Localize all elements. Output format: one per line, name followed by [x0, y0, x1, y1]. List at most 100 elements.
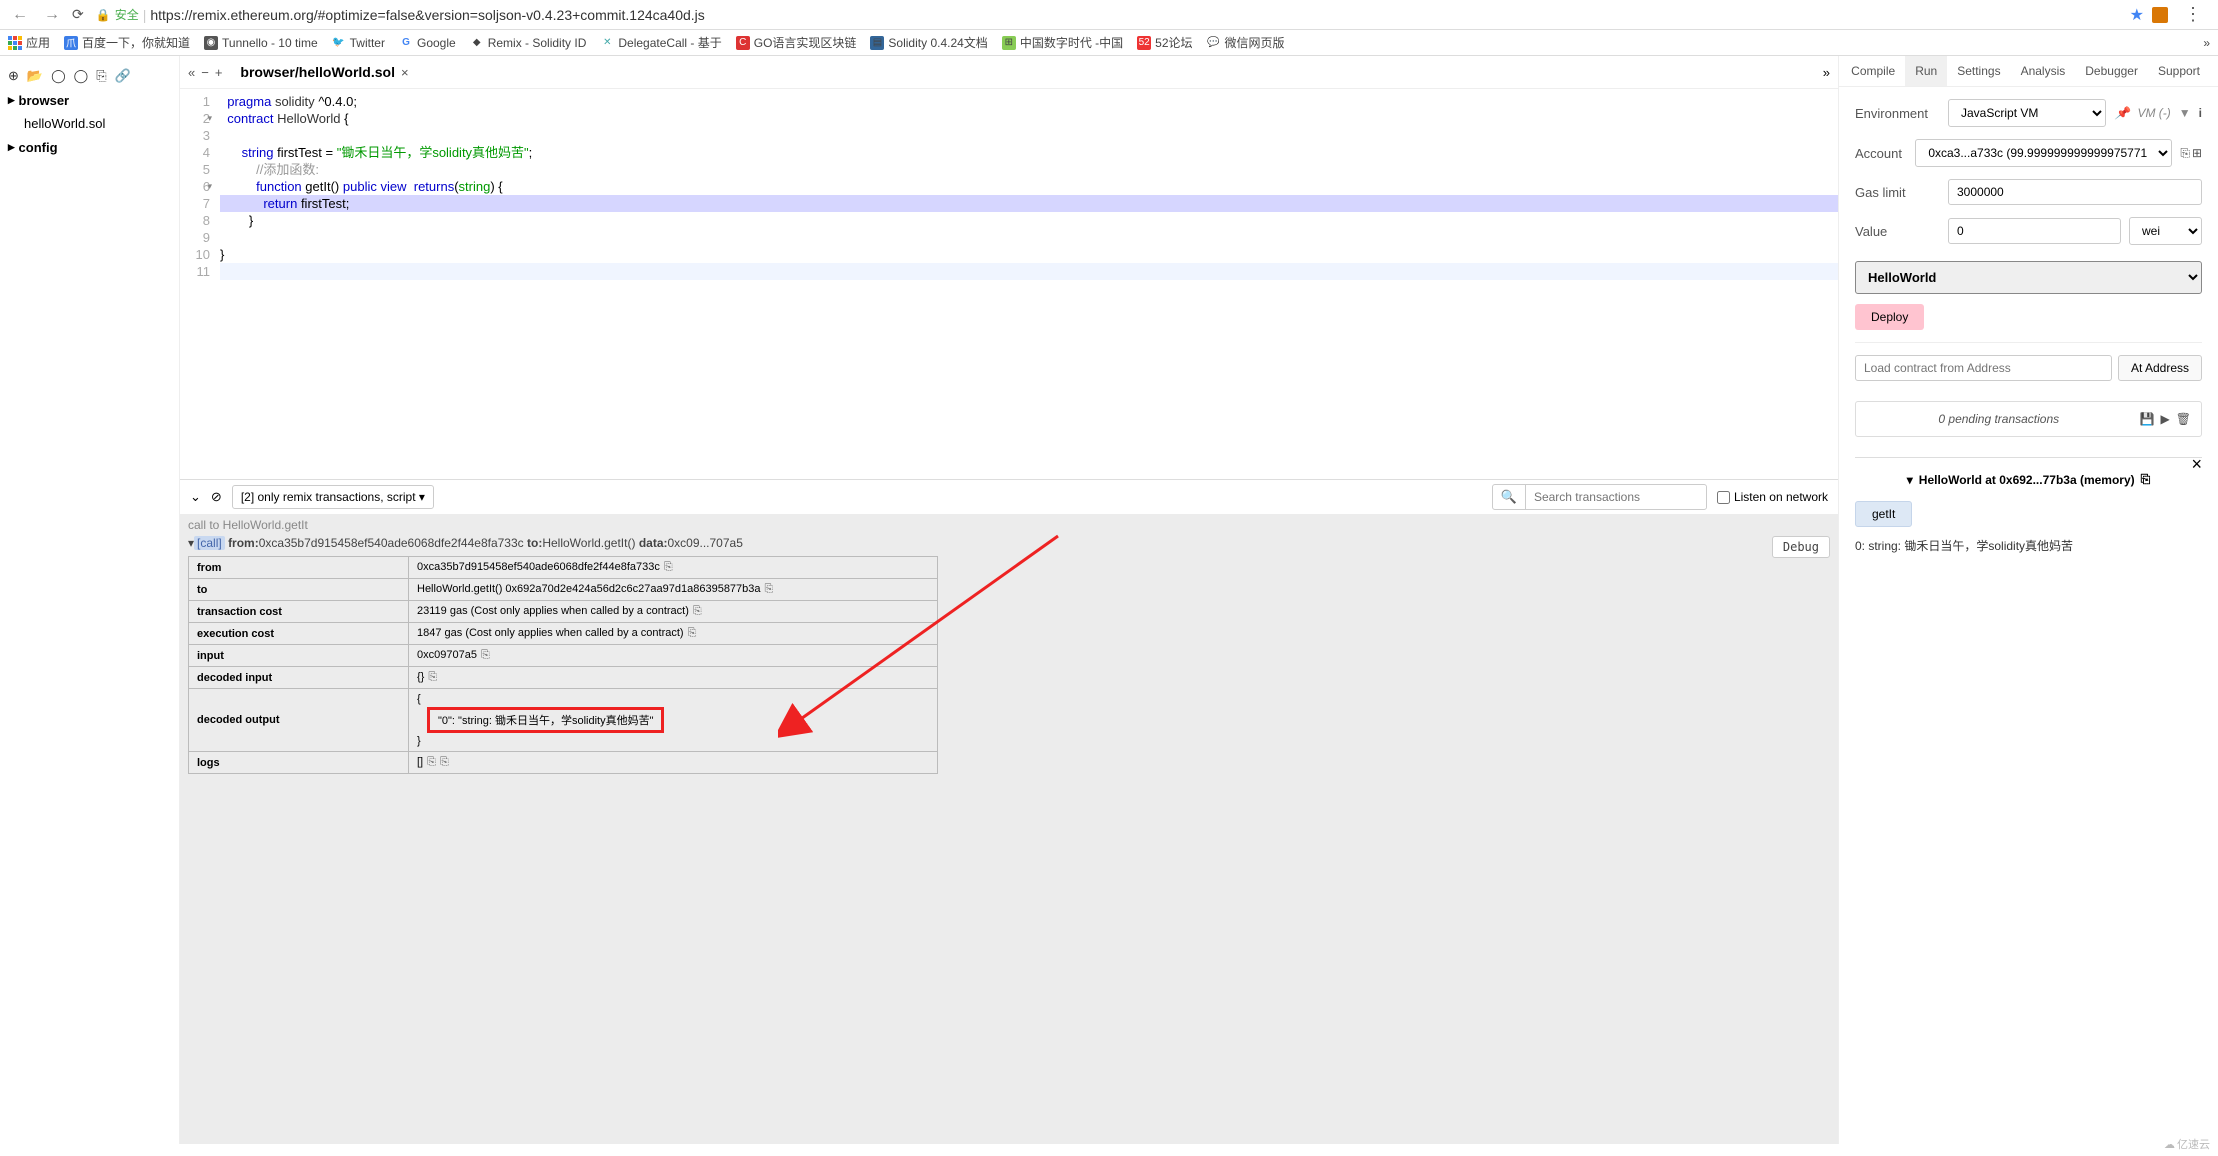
- environment-label: Environment: [1855, 106, 1940, 121]
- bookmark-star-icon[interactable]: ★: [2130, 5, 2144, 25]
- bookmark-item[interactable]: 5252论坛: [1137, 34, 1192, 51]
- chevron-down-icon[interactable]: ▾: [1907, 473, 1913, 487]
- bookmark-item[interactable]: ⊞中国数字时代 -中国: [1002, 34, 1123, 51]
- new-file-icon[interactable]: ⊕: [8, 68, 19, 84]
- url-bar[interactable]: 🔒 安全 | https://remix.ethereum.org/#optim…: [92, 4, 2122, 25]
- info-icon[interactable]: i: [2199, 106, 2202, 120]
- bookmark-item[interactable]: 爪百度一下，你就知道: [64, 34, 190, 51]
- terminal-toggle-icon[interactable]: ⌄: [190, 489, 201, 505]
- value-input[interactable]: [1948, 218, 2121, 244]
- file-tab-label: browser/helloWorld.sol: [240, 64, 395, 80]
- tree-folder-browser[interactable]: ▸ browser: [0, 88, 179, 112]
- bookmark-item[interactable]: 🐦Twitter: [332, 36, 385, 50]
- copy-icon[interactable]: ⎘: [96, 68, 106, 84]
- terminal-output: call to HelloWorld.getIt ▾[call] from:0x…: [180, 514, 1838, 1144]
- tabs-prev-icon[interactable]: «: [188, 65, 195, 80]
- instance-header[interactable]: ▾ HelloWorld at 0x692...77b3a (memory) ⎘: [1855, 468, 2202, 491]
- bookmark-item[interactable]: GGoogle: [399, 36, 456, 50]
- pending-transactions: 0 pending transactions 💾 ▶ 🗑: [1855, 401, 2202, 437]
- account-label: Account: [1855, 146, 1907, 161]
- github-icon[interactable]: ◯: [74, 68, 89, 84]
- search-input[interactable]: [1526, 486, 1706, 508]
- load-address-input[interactable]: [1855, 355, 2112, 381]
- forward-button[interactable]: →: [40, 6, 64, 24]
- tab-run[interactable]: Run: [1905, 56, 1947, 86]
- back-button[interactable]: ←: [8, 6, 32, 24]
- copy-icon[interactable]: ⎘: [2180, 146, 2190, 161]
- value-unit-select[interactable]: wei: [2129, 217, 2202, 245]
- tabs-plus-icon[interactable]: +: [215, 65, 223, 80]
- code-editor[interactable]: 1 2▾ 3 4 5 6▾ 7 8 9 10 11 pragma solidit…: [180, 89, 1838, 479]
- copy-icon[interactable]: ⎘: [440, 756, 449, 768]
- tab-debugger[interactable]: Debugger: [2075, 56, 2148, 86]
- copy-icon[interactable]: ⎘: [427, 756, 436, 768]
- copy-icon[interactable]: ⎘: [428, 671, 437, 683]
- account-select[interactable]: 0xca3...a733c (99.999999999999975771: [1915, 139, 2172, 167]
- panel-tabs: Compile Run Settings Analysis Debugger S…: [1839, 56, 2218, 87]
- copy-icon[interactable]: ⎘: [2141, 472, 2151, 487]
- chrome-menu-icon[interactable]: ⋮: [2176, 4, 2210, 25]
- reload-button[interactable]: ⟳: [72, 6, 84, 23]
- tab-support[interactable]: Support: [2148, 56, 2210, 86]
- contract-select[interactable]: HelloWorld: [1855, 261, 2202, 294]
- tree-file-helloworld[interactable]: helloWorld.sol: [0, 112, 179, 135]
- tree-folder-config[interactable]: ▸ config: [0, 135, 179, 159]
- bookmark-item[interactable]: CGO语言实现区块链: [736, 34, 857, 51]
- tab-analysis[interactable]: Analysis: [2011, 56, 2076, 86]
- github-icon[interactable]: ◯: [51, 68, 66, 84]
- search-icon[interactable]: 🔍: [1493, 485, 1526, 509]
- extension-icon[interactable]: [2152, 7, 2168, 23]
- decoded-output-value: "0": "string: 锄禾日当午，学solidity真他妈苦": [427, 707, 664, 733]
- bookmarks-overflow-icon[interactable]: »: [2203, 36, 2210, 50]
- transaction-details-table: from0xca35b7d915458ef540ade6068dfe2f44e8…: [188, 556, 938, 774]
- gutter: 1 2▾ 3 4 5 6▾ 7 8 9 10 11: [180, 89, 220, 479]
- close-instance-icon[interactable]: ×: [2191, 454, 2202, 475]
- terminal-line: call to HelloWorld.getIt: [188, 516, 1830, 534]
- gas-limit-label: Gas limit: [1855, 185, 1940, 200]
- bookmark-item[interactable]: ◆Remix - Solidity ID: [470, 36, 587, 50]
- vm-mode-pin-icon[interactable]: 📌: [2114, 106, 2129, 120]
- environment-select[interactable]: JavaScript VM: [1948, 99, 2106, 127]
- getit-button[interactable]: getIt: [1855, 501, 1912, 527]
- tab-compile[interactable]: Compile: [1841, 56, 1905, 86]
- copy-icon[interactable]: ⎘: [481, 649, 490, 661]
- open-folder-icon[interactable]: 📂: [27, 68, 43, 84]
- listen-network[interactable]: Listen on network: [1717, 490, 1828, 504]
- trash-icon[interactable]: 🗑: [2176, 412, 2191, 426]
- secure-label: 安全: [115, 6, 139, 23]
- value-label: Value: [1855, 224, 1940, 239]
- add-icon[interactable]: ⊞: [2192, 146, 2202, 161]
- deploy-button[interactable]: Deploy: [1855, 304, 1924, 330]
- link-icon[interactable]: 🔗: [115, 68, 131, 84]
- file-explorer: ⊕ 📂 ◯ ◯ ⎘ 🔗 ▸ browser helloWorld.sol ▸ c…: [0, 56, 180, 1144]
- terminal-filter-select[interactable]: [2] only remix transactions, script ▾: [232, 485, 434, 509]
- file-tab[interactable]: browser/helloWorld.sol ×: [230, 60, 418, 84]
- tabs-minus-icon[interactable]: −: [201, 65, 209, 80]
- debug-button[interactable]: Debug: [1772, 536, 1830, 558]
- watermark: ☁ 亿速云: [2164, 1136, 2210, 1152]
- browser-nav-bar: ← → ⟳ 🔒 安全 | https://remix.ethereum.org/…: [0, 0, 2218, 30]
- save-icon[interactable]: 💾: [2140, 412, 2155, 426]
- copy-icon[interactable]: ⎘: [765, 583, 774, 595]
- terminal-clear-icon[interactable]: ⊘: [211, 489, 222, 505]
- listen-checkbox[interactable]: [1717, 491, 1730, 504]
- url-text: https://remix.ethereum.org/#optimize=fal…: [150, 7, 704, 23]
- play-icon[interactable]: ▶: [2161, 412, 2170, 426]
- tabs-overflow-icon[interactable]: »: [1823, 65, 1830, 80]
- bookmark-item[interactable]: 💬微信网页版: [1207, 34, 1285, 51]
- gas-limit-input[interactable]: [1948, 179, 2202, 205]
- bookmarks-bar: 应用 爪百度一下，你就知道 ◉Tunnello - 10 time 🐦Twitt…: [0, 30, 2218, 56]
- bookmark-item[interactable]: ▤Solidity 0.4.24文档: [870, 34, 987, 51]
- copy-icon[interactable]: ⎘: [664, 561, 673, 573]
- deployed-instance: × ▾ HelloWorld at 0x692...77b3a (memory)…: [1855, 457, 2202, 554]
- call-summary-line[interactable]: ▾[call] from:0xca35b7d915458ef540ade6068…: [188, 534, 1830, 552]
- apps-button[interactable]: 应用: [8, 34, 50, 51]
- tab-settings[interactable]: Settings: [1947, 56, 2010, 86]
- at-address-button[interactable]: At Address: [2118, 355, 2202, 381]
- close-tab-icon[interactable]: ×: [401, 65, 409, 80]
- bookmark-item[interactable]: ◉Tunnello - 10 time: [204, 36, 318, 50]
- run-panel: Compile Run Settings Analysis Debugger S…: [1838, 56, 2218, 1144]
- copy-icon[interactable]: ⎘: [688, 627, 697, 639]
- bookmark-item[interactable]: ✕DelegateCall - 基于: [600, 34, 721, 51]
- copy-icon[interactable]: ⎘: [693, 605, 702, 617]
